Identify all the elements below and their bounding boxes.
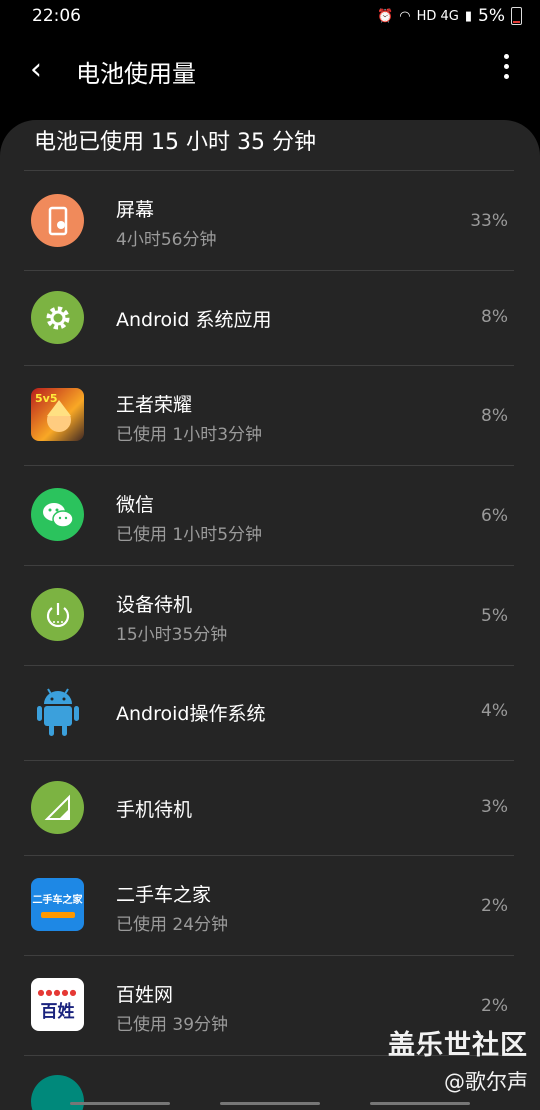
usage-time: 4小时56分钟 [116, 230, 217, 250]
svg-text:5v5: 5v5 [35, 392, 57, 405]
app-name: Android 系统应用 [116, 309, 272, 331]
alarm-icon: ⏰ [377, 8, 394, 24]
usage-percent: 8% [481, 307, 508, 327]
usage-percent: 2% [481, 996, 508, 1016]
usage-time: 已使用 24分钟 [116, 915, 229, 935]
list-item-device-idle[interactable]: 设备待机 15小时35分钟 5% [0, 566, 540, 665]
app-name: 王者荣耀 [116, 394, 193, 416]
honor-of-kings-icon: 5v5 [31, 388, 84, 441]
app-bar: ‹ 电池使用量 [0, 40, 540, 100]
signal-icon [31, 781, 84, 834]
app-name: 屏幕 [116, 199, 155, 221]
nav-home-button[interactable] [220, 1102, 320, 1105]
battery-icon [511, 7, 522, 25]
navigation-bar [0, 1096, 540, 1110]
list-item-phone-idle[interactable]: 手机待机 3% [0, 761, 540, 855]
network-indicator: HD 4G [416, 8, 459, 24]
battery-summary: 电池已使用 15 小时 35 分钟 [34, 130, 316, 155]
list-item-honor-of-kings[interactable]: 5v5 王者荣耀 已使用 1小时3分钟 8% [0, 366, 540, 465]
screen-icon [31, 194, 84, 247]
watermark-title: 盖乐世社区 [388, 1030, 528, 1061]
android-icon [31, 684, 84, 737]
list-item-android-system-apps[interactable]: Android 系统应用 8% [0, 271, 540, 365]
app-name: 微信 [116, 494, 155, 516]
watermark: 盖乐世社区 @歌尔声 [388, 1023, 528, 1096]
usage-percent: 33% [470, 211, 508, 231]
battery-usage-card: 电池已使用 15 小时 35 分钟 屏幕 4小时56分钟 33% Android… [0, 120, 540, 1110]
signal-icon: ▮ [464, 8, 473, 24]
wifi-icon: ◠ [399, 8, 411, 24]
list-item-wechat[interactable]: 微信 已使用 1小时5分钟 6% [0, 466, 540, 565]
app-name: 百姓网 [116, 984, 174, 1006]
app-name: Android操作系统 [116, 703, 266, 725]
usage-percent: 6% [481, 506, 508, 526]
usage-time: 已使用 39分钟 [116, 1015, 229, 1035]
baixing-icon: ●●●●● 百姓 [31, 978, 84, 1031]
page-title: 电池使用量 [76, 60, 196, 88]
nav-back-button[interactable] [370, 1102, 470, 1105]
used-car-home-icon: 二手车之家 [31, 878, 84, 931]
status-bar: 22:06 ⏰ ◠ HD 4G ▮ 5% [0, 0, 540, 34]
usage-percent: 8% [481, 406, 508, 426]
usage-percent: 5% [481, 606, 508, 626]
usage-percent: 3% [481, 797, 508, 817]
app-name: 设备待机 [116, 594, 193, 616]
list-item-used-car-home[interactable]: 二手车之家 二手车之家 已使用 24分钟 2% [0, 856, 540, 955]
app-name: 二手车之家 [116, 884, 212, 906]
back-button[interactable]: ‹ [30, 52, 42, 87]
clock: 22:06 [32, 6, 81, 26]
battery-percent: 5% [478, 6, 505, 26]
watermark-author: @歌尔声 [444, 1070, 528, 1094]
power-icon [31, 588, 84, 641]
usage-percent: 2% [481, 896, 508, 916]
gear-icon [31, 291, 84, 344]
app-name: 手机待机 [116, 799, 193, 821]
list-item-android-os[interactable]: Android操作系统 4% [0, 666, 540, 760]
nav-recent-button[interactable] [70, 1102, 170, 1105]
usage-time: 已使用 1小时5分钟 [116, 525, 263, 545]
wechat-icon [31, 488, 84, 541]
usage-time: 15小时35分钟 [116, 625, 228, 645]
list-item-screen[interactable]: 屏幕 4小时56分钟 33% [0, 171, 540, 270]
usage-percent: 4% [481, 701, 508, 721]
usage-time: 已使用 1小时3分钟 [116, 425, 263, 445]
more-options-button[interactable] [504, 54, 510, 79]
